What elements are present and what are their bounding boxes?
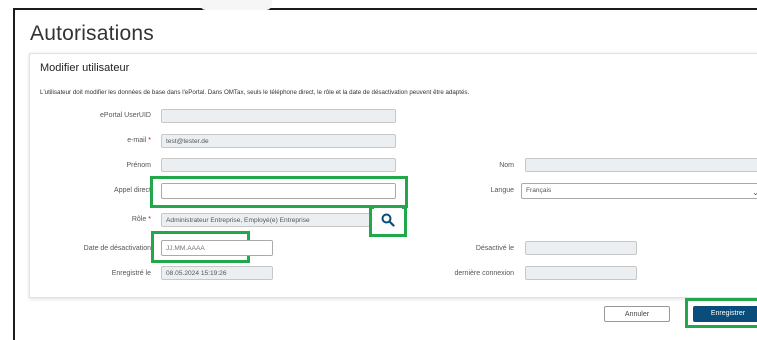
langue-select[interactable]: Français ⌄ <box>521 183 757 199</box>
eportal-uid-label: ePortal UserUID <box>100 112 151 119</box>
email-field: test@tester.de <box>161 134 396 148</box>
info-text: L'utilisateur doit modifier les données … <box>40 89 470 96</box>
top-tab <box>200 0 272 10</box>
role-search-button[interactable] <box>374 208 402 232</box>
chevron-down-icon: ⌄ <box>752 186 757 198</box>
page-title: Autorisations <box>30 22 154 45</box>
search-icon <box>381 213 395 227</box>
cancel-button[interactable]: Annuler <box>604 306 670 322</box>
prenom-label: Prénom <box>126 162 151 169</box>
nom-label: Nom <box>499 162 514 169</box>
role-label: Rôle * <box>131 216 151 223</box>
appel-direct-label: Appel direct <box>114 187 151 194</box>
date-desactivation-label: Date de désactivation <box>83 245 151 252</box>
desactive-le-label: Désactivé le <box>475 245 514 252</box>
prenom-field <box>161 158 396 172</box>
enregistre-le-field: 08.05.2024 15:19:26 <box>161 266 273 280</box>
appel-direct-input[interactable] <box>161 183 396 199</box>
email-label: e-mail * <box>127 137 151 144</box>
section-title: Modifier utilisateur <box>40 62 130 74</box>
desactive-le-field <box>525 241 637 255</box>
eportal-uid-field <box>161 109 396 123</box>
save-button[interactable]: Enregistrer <box>693 306 757 322</box>
derniere-connexion-label: dernière connexion <box>454 270 514 277</box>
enregistre-le-label: Enregistré le <box>111 270 151 277</box>
date-desactivation-input[interactable] <box>161 240 273 256</box>
derniere-connexion-field <box>525 266 637 280</box>
role-field: Administrateur Entreprise, Employé(e) En… <box>161 213 371 227</box>
langue-label: Langue <box>490 187 514 194</box>
nom-field <box>525 158 757 172</box>
